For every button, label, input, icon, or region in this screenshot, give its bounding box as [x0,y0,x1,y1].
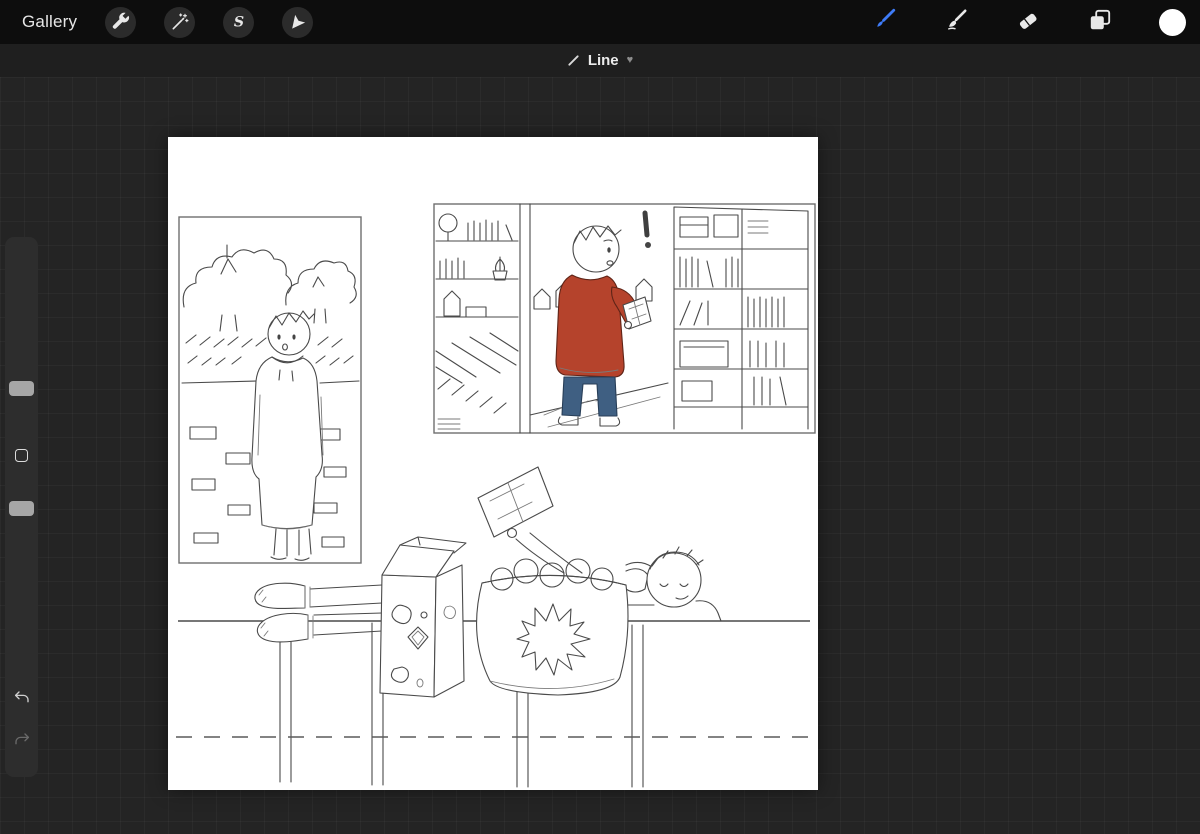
redo-arrow-icon [14,733,29,745]
transform-button[interactable] [282,6,314,38]
undo-arrow-icon [14,691,29,703]
drawing-canvas[interactable] [168,137,818,790]
svg-text:S: S [234,15,244,31]
color-button[interactable] [1159,8,1186,36]
toolbar-right-group [871,0,1200,44]
side-toolbar [5,237,38,777]
panel-park [178,216,362,564]
transform-arrow-icon [291,14,305,29]
undo-button[interactable] [5,689,38,707]
toolbar-left-group: Gallery S [0,6,314,38]
line-slash-icon [568,55,579,66]
actions-button[interactable] [105,6,137,38]
smudge-icon [948,8,967,30]
panel-bookstore [433,203,816,434]
smudge-tool-button[interactable] [943,7,969,38]
shape-label: Line [587,52,619,69]
layers-button[interactable] [1087,7,1113,38]
wrench-icon [112,12,129,29]
brush-icon [877,8,896,27]
heart-icon: ♥ [626,54,634,66]
magic-wand-icon [172,13,189,30]
layers-icon [1090,9,1111,29]
brush-size-slider[interactable] [9,381,34,396]
gallery-button[interactable]: Gallery [22,12,77,32]
adjustments-button[interactable] [164,6,196,38]
selection-s-icon: S [234,15,244,31]
top-toolbar: Gallery S [0,0,1200,44]
modify-button[interactable] [15,449,28,462]
canvas-artwork [176,203,816,788]
selection-button[interactable]: S [223,6,255,38]
opacity-slider[interactable] [9,501,34,516]
redo-button[interactable] [5,731,38,749]
shape-edit-bar[interactable]: Line ♥ [0,44,1200,77]
paint-tool-button[interactable] [871,7,897,38]
eraser-icon [1019,13,1037,29]
erase-tool-button[interactable] [1015,7,1041,38]
